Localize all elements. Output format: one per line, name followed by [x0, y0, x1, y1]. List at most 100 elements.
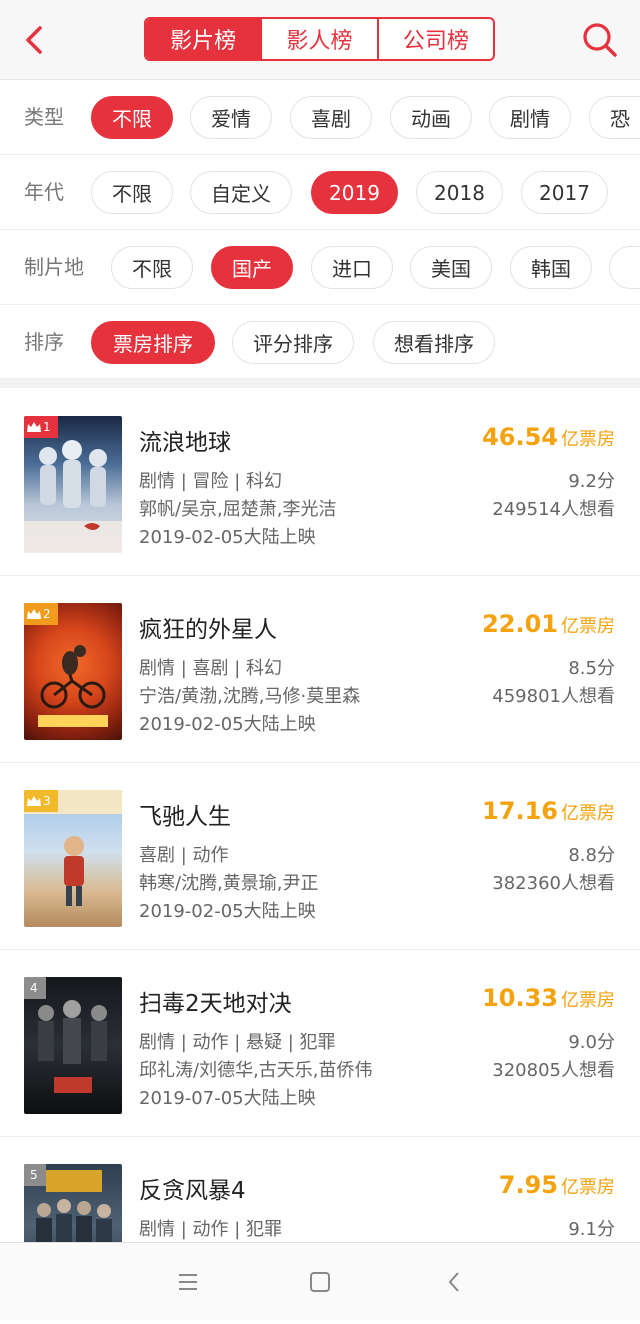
home-square-icon: [310, 1272, 330, 1292]
movie-poster: 4: [24, 977, 122, 1114]
box-office-unit: 亿票房: [561, 990, 615, 1011]
box-office-value: 7.95: [498, 1171, 558, 1199]
movie-release: 2019-07-05大陆上映: [139, 1088, 316, 1109]
rank-number: 1: [43, 420, 51, 434]
movie-release: 2019-02-05大陆上映: [139, 527, 316, 548]
movie-want-count: 320805人想看: [492, 1060, 615, 1081]
tab-people-ranking[interactable]: 影人榜: [262, 19, 379, 59]
movie-poster: 2: [24, 603, 122, 740]
chip-era-2018[interactable]: 2018: [416, 171, 503, 214]
movie-poster: 3: [24, 790, 122, 927]
filter-label-sort: 排序: [24, 330, 64, 354]
chip-type-romance[interactable]: 爱情: [190, 96, 272, 139]
search-icon: [583, 23, 617, 57]
chip-region-korea[interactable]: 韩国: [510, 246, 592, 289]
filter-label-type: 类型: [24, 105, 64, 129]
movie-genres: 喜剧 | 动作: [139, 845, 229, 866]
chip-type-animation[interactable]: 动画: [390, 96, 472, 139]
movie-score: 8.8分: [568, 845, 615, 866]
crown-icon: [27, 609, 41, 619]
rank-badge: 3: [24, 790, 58, 812]
box-office-value: 17.16: [482, 797, 558, 825]
rank-number: 2: [43, 607, 51, 621]
chip-era-2019[interactable]: 2019: [311, 171, 398, 214]
rank-number: 4: [30, 981, 38, 995]
chevron-left-icon: [26, 26, 42, 54]
nav-menu-button[interactable]: [173, 1267, 203, 1297]
movie-title: 疯狂的外星人: [139, 617, 277, 643]
chip-era-custom[interactable]: 自定义: [190, 171, 292, 214]
filter-row-era: 年代 不限 自定义 2019 2018 2017: [0, 155, 640, 230]
nav-back-button[interactable]: [440, 1267, 470, 1297]
ranking-tabs: 影片榜 影人榜 公司榜: [144, 17, 495, 61]
movie-title: 流浪地球: [139, 430, 231, 456]
movie-score: 9.1分: [568, 1219, 615, 1240]
filter-row-sort: 排序 票房排序 评分排序 想看排序: [0, 305, 640, 380]
movie-cast: 宁浩/黄渤,沈腾,马修·莫里森: [139, 686, 361, 707]
movie-score: 9.0分: [568, 1032, 615, 1053]
search-button[interactable]: [578, 18, 622, 62]
movie-row[interactable]: 4 扫毒2天地对决 剧情 | 动作 | 悬疑 | 犯罪 邱礼涛/刘德华,古天乐,…: [0, 950, 640, 1137]
box-office: 10.33 亿票房: [482, 984, 615, 1012]
rank-number: 5: [30, 1168, 38, 1182]
box-office-value: 22.01: [482, 610, 558, 638]
chip-era-2017[interactable]: 2017: [521, 171, 608, 214]
filter-row-type: 类型 不限 爱情 喜剧 动画 剧情 恐: [0, 80, 640, 155]
rank-badge: 2: [24, 603, 58, 625]
filter-label-era: 年代: [24, 180, 64, 204]
box-office: 22.01 亿票房: [482, 610, 615, 638]
chip-region-all[interactable]: 不限: [111, 246, 193, 289]
chip-sort-box-office[interactable]: 票房排序: [91, 321, 215, 364]
movie-row[interactable]: 2 疯狂的外星人 剧情 | 喜剧 | 科幻 宁浩/黄渤,沈腾,马修·莫里森 20…: [0, 576, 640, 763]
chip-type-horror[interactable]: 恐: [589, 96, 640, 139]
menu-icon: [179, 1274, 197, 1290]
box-office-value: 10.33: [482, 984, 558, 1012]
filter-label-region: 制片地: [24, 255, 84, 279]
chip-region-usa[interactable]: 美国: [410, 246, 492, 289]
crown-icon: [27, 796, 41, 806]
box-office: 7.95 亿票房: [499, 1171, 615, 1199]
tab-company-ranking[interactable]: 公司榜: [379, 19, 493, 59]
movie-cast: 郭帆/吴京,屈楚萧,李光洁: [139, 499, 337, 520]
movie-title: 飞驰人生: [139, 804, 231, 830]
top-bar: 影片榜 影人榜 公司榜: [0, 0, 640, 80]
movie-genres: 剧情 | 动作 | 悬疑 | 犯罪: [139, 1032, 336, 1053]
box-office-unit: 亿票房: [561, 429, 615, 450]
rank-badge: 5: [24, 1164, 46, 1186]
movie-release: 2019-02-05大陆上映: [139, 901, 316, 922]
section-divider: [0, 378, 640, 388]
movie-want-count: 382360人想看: [492, 873, 615, 894]
rank-number: 3: [43, 794, 51, 808]
box-office-value: 46.54: [482, 423, 558, 451]
movie-release: 2019-02-05大陆上映: [139, 714, 316, 735]
box-office-unit: 亿票房: [561, 616, 615, 637]
chip-type-comedy[interactable]: 喜剧: [290, 96, 372, 139]
chip-region-import[interactable]: 进口: [311, 246, 393, 289]
box-office-unit: 亿票房: [561, 803, 615, 824]
movie-want-count: 249514人想看: [492, 499, 615, 520]
chip-era-all[interactable]: 不限: [91, 171, 173, 214]
movie-row[interactable]: 1 流浪地球 剧情 | 冒险 | 科幻 郭帆/吴京,屈楚萧,李光洁 2019-0…: [0, 389, 640, 576]
chip-type-drama[interactable]: 剧情: [489, 96, 571, 139]
movie-cast: 邱礼涛/刘德华,古天乐,苗侨伟: [139, 1060, 373, 1081]
chip-region-japan[interactable]: 日: [609, 246, 640, 289]
rank-badge: 4: [24, 977, 46, 999]
back-button[interactable]: [18, 20, 54, 60]
nav-home-button[interactable]: [305, 1267, 335, 1297]
movie-poster: 1: [24, 416, 122, 553]
filter-row-region: 制片地 不限 国产 进口 美国 韩国 日: [0, 230, 640, 305]
chip-sort-want[interactable]: 想看排序: [373, 321, 495, 364]
tab-movie-ranking[interactable]: 影片榜: [146, 19, 263, 59]
crown-icon: [27, 422, 41, 432]
movie-want-count: 459801人想看: [492, 686, 615, 707]
chip-type-all[interactable]: 不限: [91, 96, 173, 139]
box-office-unit: 亿票房: [561, 1177, 615, 1198]
movie-score: 9.2分: [568, 471, 615, 492]
chip-sort-score[interactable]: 评分排序: [232, 321, 354, 364]
movie-row[interactable]: 3 飞驰人生 喜剧 | 动作 韩寒/沈腾,黄景瑜,尹正 2019-02-05大陆…: [0, 763, 640, 950]
movie-genres: 剧情 | 喜剧 | 科幻: [139, 658, 283, 679]
box-office: 46.54 亿票房: [482, 423, 615, 451]
movie-title: 反贪风暴4: [139, 1178, 246, 1204]
chip-region-domestic[interactable]: 国产: [211, 246, 293, 289]
movie-genres: 剧情 | 动作 | 犯罪: [139, 1219, 283, 1240]
